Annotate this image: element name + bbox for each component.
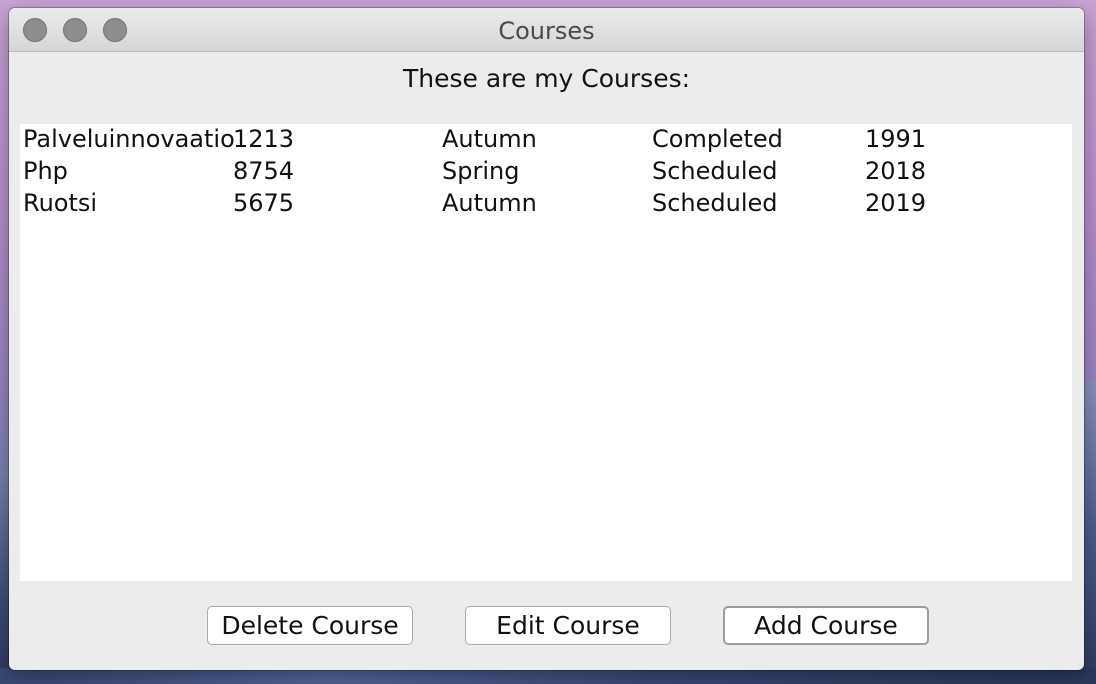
course-code: 1213 — [233, 125, 295, 153]
course-status: Scheduled — [652, 189, 778, 217]
course-year: 2019 — [865, 189, 927, 217]
courses-window: Courses These are my Courses: Palveluinn… — [9, 8, 1084, 670]
title-bar[interactable]: Courses — [9, 8, 1084, 52]
course-code: 5675 — [233, 189, 295, 217]
course-status: Completed — [652, 125, 783, 153]
course-name: Ruotsi — [23, 189, 98, 217]
window-title: Courses — [498, 17, 595, 45]
list-item[interactable]: Ruotsi 5675 Autumn Scheduled 2019 — [20, 188, 1072, 220]
course-term: Autumn — [442, 125, 537, 153]
course-year: 1991 — [865, 125, 927, 153]
list-item[interactable]: Palveluinnovaatio 1213 Autumn Completed … — [20, 124, 1072, 156]
desktop-background-right — [1082, 380, 1096, 684]
course-term: Autumn — [442, 189, 537, 217]
desktop-background-bottom — [0, 668, 1096, 684]
course-name: Php — [23, 157, 68, 185]
list-item[interactable]: Php 8754 Spring Scheduled 2018 — [20, 156, 1072, 188]
edit-course-button[interactable]: Edit Course — [465, 606, 671, 645]
course-list[interactable]: Palveluinnovaatio 1213 Autumn Completed … — [20, 124, 1072, 581]
course-code: 8754 — [233, 157, 295, 185]
course-name: Palveluinnovaatio — [23, 125, 235, 153]
course-term: Spring — [442, 157, 520, 185]
page-title: These are my Courses: — [402, 64, 691, 93]
delete-course-button[interactable]: Delete Course — [207, 606, 413, 645]
add-course-button[interactable]: Add Course — [723, 606, 929, 645]
course-status: Scheduled — [652, 157, 778, 185]
course-year: 2018 — [865, 157, 927, 185]
